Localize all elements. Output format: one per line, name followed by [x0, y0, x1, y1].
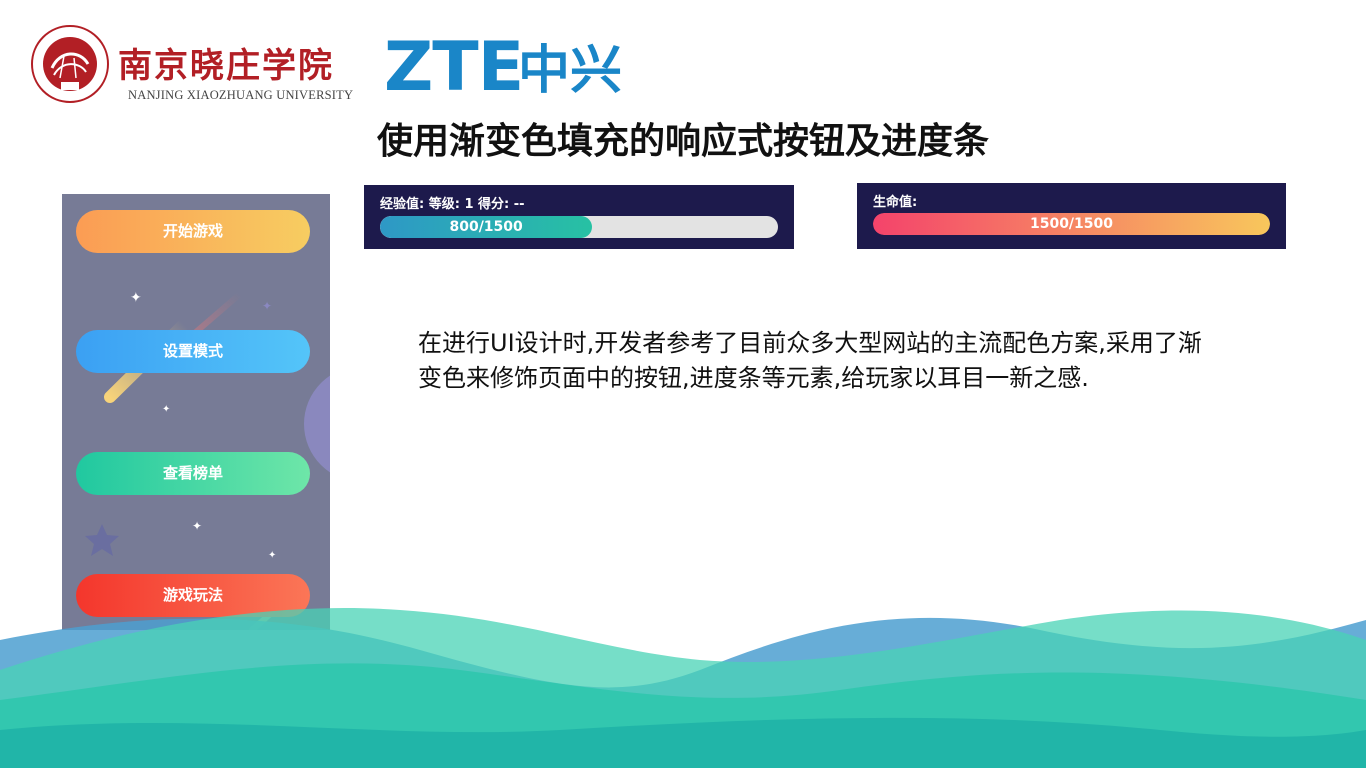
school-name-cn: 南京晓庄学院 — [118, 46, 334, 86]
experience-label: 经验值: 等级: 1 得分: -- — [380, 197, 525, 212]
health-bar-panel: 生命值: 1500/1500 — [857, 183, 1286, 249]
svg-text:✦: ✦ — [262, 299, 272, 313]
health-label: 生命值: — [873, 195, 918, 210]
starfield-decoration: ✦ ✦ ✦ ✦ ✦ — [85, 290, 330, 630]
experience-progress-track: 800/1500 — [380, 216, 778, 238]
svg-text:✦: ✦ — [192, 519, 202, 533]
view-leaderboard-button[interactable]: 查看榜单 — [76, 452, 310, 495]
description-paragraph: 在进行UI设计时,开发者参考了目前众多大型网站的主流配色方案,采用了渐变色来修饰… — [418, 329, 1202, 392]
page-title: 使用渐变色填充的响应式按钮及进度条 — [376, 121, 989, 162]
experience-value: 800/1500 — [449, 219, 523, 235]
start-game-button[interactable]: 开始游戏 — [76, 210, 310, 253]
zte-logo-cn: 中兴 — [518, 41, 623, 101]
school-name-en: NANJING XIAOZHUANG UNIVERSITY — [128, 88, 354, 102]
university-seal-logo — [31, 25, 109, 103]
settings-mode-button[interactable]: 设置模式 — [76, 330, 310, 373]
experience-bar-panel: 经验值: 等级: 1 得分: -- 800/1500 — [364, 185, 794, 249]
wave-decoration — [0, 608, 1366, 768]
game-menu-panel: ✦ ✦ ✦ ✦ ✦ 开始游戏 设置模式 查看榜单 游戏玩法 — [62, 194, 330, 630]
zte-logo-latin: ZTE — [384, 28, 524, 107]
svg-text:✦: ✦ — [130, 290, 142, 306]
health-progress-track: 1500/1500 — [873, 213, 1270, 235]
svg-text:✦: ✦ — [162, 404, 170, 415]
health-value: 1500/1500 — [1029, 216, 1114, 232]
svg-text:✦: ✦ — [268, 550, 276, 561]
